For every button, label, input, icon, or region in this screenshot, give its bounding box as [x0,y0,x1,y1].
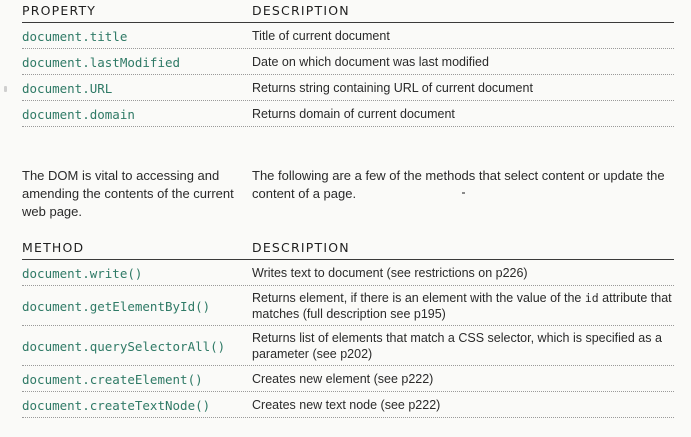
property-name: document.URL [22,81,113,96]
method-description: Returns element, if there is an element … [252,286,674,325]
property-description: Returns domain of current document [252,107,455,121]
notes-block: The DOM is vital to accessing and amendi… [22,167,674,221]
method-name: document.querySelectorAll() [22,339,226,354]
method-description: Writes text to document (see restriction… [252,266,528,280]
property-description: Returns string containing URL of current… [252,81,533,95]
method-row: document.createElement() Creates new ele… [22,366,674,392]
property-row: document.URL Returns string containing U… [22,75,674,101]
method-row: document.querySelectorAll() Returns list… [22,326,674,366]
property-row: document.lastModified Date on which docu… [22,49,674,75]
id-attribute-code: id [584,291,599,305]
property-row: document.domain Returns domain of curren… [22,101,674,127]
property-description: Date on which document was last modified [252,55,489,69]
method-description: Returns list of elements that match a CS… [252,331,662,361]
property-table-header: PROPERTY DESCRIPTION [22,0,674,23]
method-description: Creates new text node (see p222) [252,398,441,412]
property-name: document.title [22,29,128,44]
method-row: document.write() Writes text to document… [22,260,674,286]
method-name: document.write() [22,266,143,281]
method-name: document.getElementById() [22,299,211,314]
method-row: document.getElementById() Returns elemen… [22,286,674,326]
scan-speck [4,86,7,92]
method-row: document.createTextNode() Creates new te… [22,392,674,418]
property-row: document.title Title of current document [22,23,674,49]
property-name: document.lastModified [22,55,181,70]
description-column-heading: DESCRIPTION [252,3,350,18]
description-text: Returns element, if there is an element … [252,291,585,305]
property-name: document.domain [22,107,135,122]
method-name: document.createElement() [22,372,203,387]
method-table-header: METHOD DESCRIPTION [22,237,674,260]
method-description: Creates new element (see p222) [252,372,434,386]
reference-page: PROPERTY DESCRIPTION document.title Titl… [22,0,674,418]
property-column-heading: PROPERTY [22,3,97,18]
description-column-heading: DESCRIPTION [252,240,350,255]
methods-intro-note: The following are a few of the methods t… [252,168,665,201]
method-column-heading: METHOD [22,240,85,255]
dom-note: The DOM is vital to accessing and amendi… [22,168,234,219]
property-description: Title of current document [252,29,390,43]
method-name: document.createTextNode() [22,398,211,413]
